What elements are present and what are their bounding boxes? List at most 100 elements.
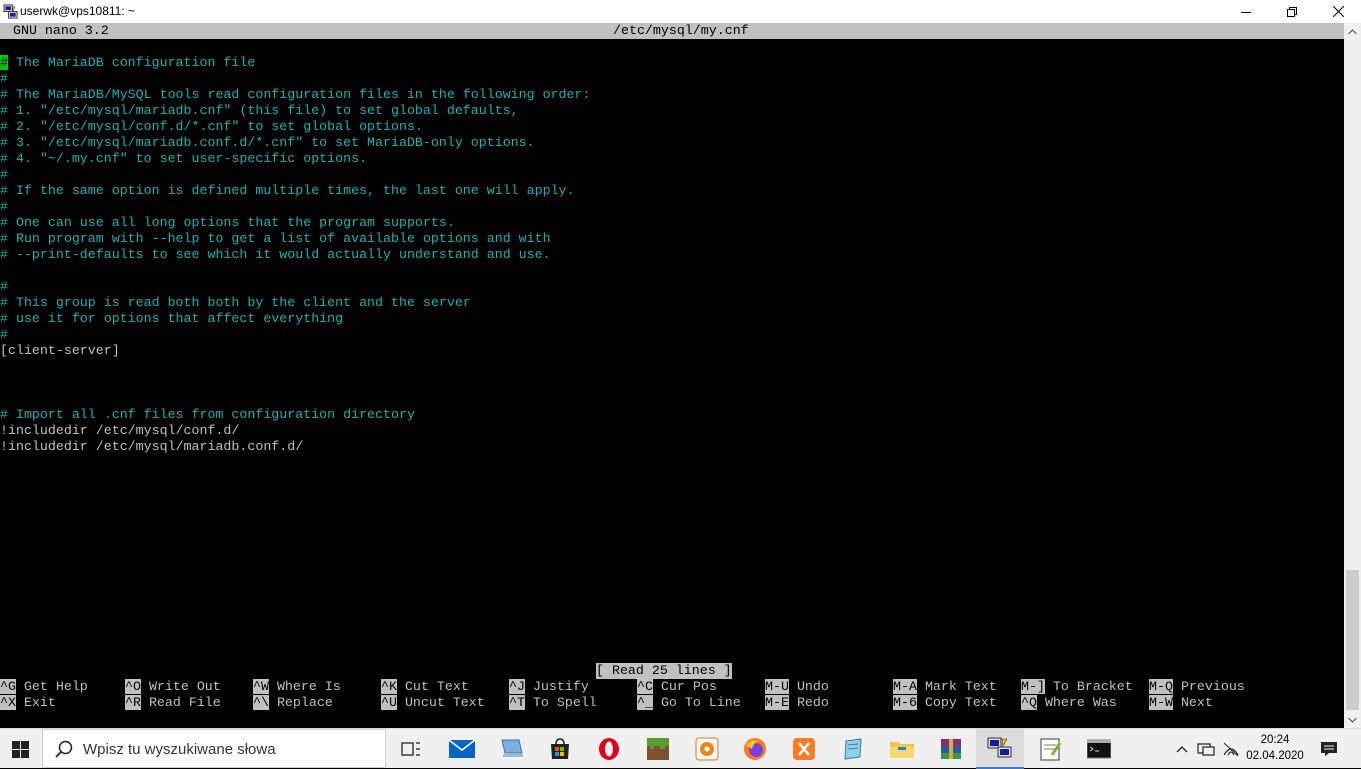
buffer-line[interactable]: # One can use all long options that the …	[0, 215, 1344, 231]
restore-button[interactable]	[1269, 0, 1315, 23]
tray-wifi-button[interactable]	[1220, 729, 1242, 769]
buffer-line[interactable]: # This group is read both both by the cl…	[0, 295, 1344, 311]
line-text: The MariaDB configuration file	[7, 55, 256, 70]
shortcut-item: M-] To Bracket	[1021, 679, 1133, 695]
taskbar-app-minecraft[interactable]	[634, 729, 682, 769]
shortcut-item: ^W Where Is	[253, 679, 341, 695]
tray-network-button[interactable]	[1195, 729, 1217, 769]
shortcut-key: M-W	[1149, 695, 1173, 710]
scroll-up-button[interactable]	[1344, 23, 1361, 40]
buffer-line[interactable]: #	[0, 327, 1344, 343]
buffer-line[interactable]: # 4. "~/.my.cnf" to set user-specific op…	[0, 151, 1344, 167]
terminal[interactable]: GNU nano 3.2 /etc/mysql/my.cnf # The Mar…	[0, 23, 1344, 728]
shortcut-item: ^\ Replace	[253, 695, 333, 711]
shortcut-key: M-E	[765, 695, 789, 710]
taskbar-app-notepad[interactable]	[829, 729, 877, 769]
shortcut-item: ^U Uncut Text	[381, 695, 485, 711]
search-input[interactable]	[83, 739, 373, 759]
task-view-icon	[401, 742, 420, 756]
notepadpp-icon	[1040, 738, 1062, 761]
nano-title-bar: GNU nano 3.2 /etc/mysql/my.cnf	[0, 23, 1344, 39]
search-icon	[55, 740, 73, 758]
buffer-line[interactable]: # 3. "/etc/mysql/mariadb.conf.d/*.cnf" t…	[0, 135, 1344, 151]
taskbar-search-box[interactable]	[42, 729, 386, 768]
taskbar-app-putty[interactable]	[976, 729, 1024, 769]
buffer-line[interactable]: [client-server]	[0, 343, 1344, 359]
buffer-line[interactable]: # use it for options that affect everyth…	[0, 311, 1344, 327]
shortcut-key: M-U	[765, 679, 789, 694]
buffer-line[interactable]: #	[0, 71, 1344, 87]
opera-icon	[599, 738, 619, 760]
taskbar-app-store[interactable]	[536, 729, 584, 769]
shortcut-label: Get Help	[23, 679, 88, 694]
taskbar-app-computer[interactable]	[488, 729, 536, 769]
buffer-line[interactable]	[0, 375, 1344, 391]
shortcut-item: M-Q Previous	[1149, 679, 1245, 695]
buffer-line[interactable]: #	[0, 279, 1344, 295]
putty-icon	[987, 737, 1012, 758]
shortcut-key: M-A	[893, 679, 917, 694]
scroll-thumb[interactable]	[1346, 570, 1359, 710]
shortcut-key: M-Q	[1149, 679, 1173, 694]
buffer-line[interactable]	[0, 263, 1344, 279]
shortcut-item: ^G Get Help	[0, 679, 88, 695]
task-view-button[interactable]	[387, 729, 435, 769]
notification-icon	[1321, 742, 1337, 756]
buffer-line[interactable]: #	[0, 199, 1344, 215]
taskbar-app-mail[interactable]	[438, 729, 486, 769]
nano-shortcut-bar: ^G Get Help ^O Write Out ^W Where Is ^K Cut…	[0, 679, 1344, 711]
shortcut-label: Cut Text	[404, 679, 469, 694]
windows-logo-icon	[11, 740, 29, 758]
shortcut-label: Cur Pos	[660, 679, 717, 694]
clock-date: 02.04.2020	[1246, 750, 1304, 762]
close-icon	[1332, 6, 1344, 17]
shortcut-label: Where Is	[276, 679, 341, 694]
start-button[interactable]	[0, 729, 40, 769]
taskbar-app-winrar[interactable]	[927, 729, 975, 769]
taskbar-app-firefox[interactable]	[731, 729, 779, 769]
shortcut-label: Mark Text	[924, 679, 997, 694]
shortcut-item: M-A Mark Text	[893, 679, 997, 695]
buffer-line[interactable]: # The MariaDB/MySQL tools read configura…	[0, 87, 1344, 103]
scroll-down-button[interactable]	[1344, 711, 1361, 728]
close-button[interactable]	[1315, 0, 1361, 23]
shortcut-label: Replace	[276, 695, 333, 710]
restore-icon	[1287, 6, 1297, 17]
shortcut-key: M-]	[1021, 679, 1045, 694]
taskbar-app-cmd[interactable]	[1075, 729, 1123, 769]
buffer-line[interactable]: # The MariaDB configuration file	[0, 55, 1344, 71]
taskbar-clock[interactable]: 20:24 02.04.2020	[1246, 732, 1304, 764]
window-title-bar[interactable]: userwk@vps10811: ~	[0, 0, 1361, 23]
taskbar-app-file-explorer[interactable]	[878, 729, 926, 769]
buffer-line[interactable]: !includedir /etc/mysql/mariadb.conf.d/	[0, 439, 1344, 455]
mail-icon	[449, 739, 475, 758]
buffer-line[interactable]: # 1. "/etc/mysql/mariadb.cnf" (this file…	[0, 103, 1344, 119]
buffer-line[interactable]	[0, 391, 1344, 407]
taskbar-app-xampp[interactable]	[780, 729, 828, 769]
minimize-button[interactable]	[1223, 0, 1269, 23]
tray-overflow-button[interactable]	[1172, 729, 1192, 769]
taskbar-app-notepadpp[interactable]	[1026, 729, 1074, 769]
editor-buffer[interactable]: # The MariaDB configuration file # # The M…	[0, 55, 1344, 455]
shortcut-item: ^R Read File	[125, 695, 221, 711]
shortcut-item: M-W Next	[1149, 695, 1213, 711]
shortcut-key: ^C	[637, 679, 653, 694]
vertical-scrollbar[interactable]	[1344, 23, 1361, 728]
buffer-line[interactable]: # If the same option is defined multiple…	[0, 183, 1344, 199]
cmd-icon	[1087, 739, 1111, 759]
buffer-line[interactable]: #	[0, 167, 1344, 183]
buffer-line[interactable]: !includedir /etc/mysql/conf.d/	[0, 423, 1344, 439]
chevron-up-icon	[1176, 746, 1188, 753]
buffer-line[interactable]	[0, 359, 1344, 375]
buffer-line[interactable]: # Run program with --help to get a list …	[0, 231, 1344, 247]
action-center-button[interactable]	[1312, 729, 1346, 769]
buffer-line[interactable]: # --print-defaults to see which it would…	[0, 247, 1344, 263]
shortcut-label: Redo	[796, 695, 829, 710]
firefox-icon	[744, 738, 766, 760]
taskbar-app-opera[interactable]	[585, 729, 633, 769]
shortcut-key: ^W	[253, 679, 269, 694]
chevron-down-icon	[1348, 717, 1357, 723]
buffer-line[interactable]: # 2. "/etc/mysql/conf.d/*.cnf" to set gl…	[0, 119, 1344, 135]
taskbar-app-media-player[interactable]	[683, 729, 731, 769]
buffer-line[interactable]: # Import all .cnf files from configurati…	[0, 407, 1344, 423]
